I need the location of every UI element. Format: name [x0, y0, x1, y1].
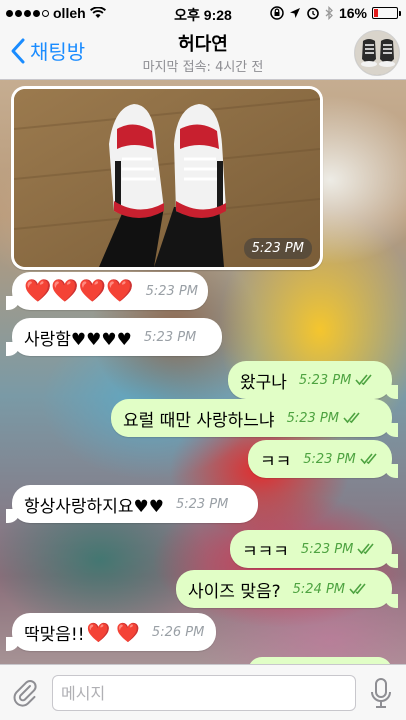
outgoing-message[interactable]: ㅋㅋㅋ 5:23 PM	[230, 530, 398, 568]
message-time: 5:23 PM	[303, 451, 356, 467]
message-time: 5:23 PM	[300, 541, 354, 557]
message-hearts: ❤️ ❤️	[86, 621, 140, 644]
input-bar	[0, 664, 406, 720]
double-check-icon	[343, 412, 360, 424]
location-arrow-icon	[289, 8, 300, 18]
outgoing-message[interactable]: ㅋㅋ 5:23 PM	[248, 440, 398, 478]
double-check-icon	[357, 543, 374, 555]
double-check-icon	[349, 583, 366, 595]
message-text: 딱맞음!!	[24, 624, 85, 645]
last-seen: 마지막 접속: 4시간 전	[142, 60, 264, 75]
message-text: ㅋㅋㅋ	[242, 541, 289, 562]
message-text: 항상사랑하지요♥♥	[24, 496, 164, 517]
message-time: 5:23 PM	[175, 496, 229, 512]
message-time: 5:23 PM	[243, 238, 312, 259]
status-bar: olleh 오후 9:28 16%	[0, 0, 406, 26]
paperclip-icon[interactable]	[10, 677, 40, 707]
message-time: 5:26 PM	[151, 624, 205, 640]
nav-bar: 채팅방 허다연 마지막 접속: 4시간 전	[0, 26, 406, 80]
battery-icon	[372, 7, 401, 19]
double-check-icon	[360, 453, 377, 465]
message-input[interactable]	[52, 675, 356, 711]
incoming-message[interactable]: 사랑함♥♥♥♥ 5:23 PM	[6, 318, 222, 356]
message-time: 5:23 PM	[298, 372, 352, 388]
double-check-icon	[355, 374, 372, 386]
message-text: ㅋㅋ	[260, 451, 292, 472]
outgoing-message[interactable]: 왔구나 5:23 PM	[228, 361, 398, 399]
bluetooth-icon	[325, 6, 333, 20]
message-time: 5:23 PM	[286, 410, 339, 426]
message-text: 사이즈 맞음?	[188, 581, 281, 602]
battery-percent: 16%	[338, 5, 367, 21]
photo-message[interactable]: 5:23 PM	[11, 86, 323, 270]
message-time: 5:23 PM	[143, 329, 197, 345]
message-time: 5:23 PM	[145, 283, 198, 299]
incoming-message[interactable]: 딱맞음!! ❤️ ❤️ 5:26 PM	[6, 613, 216, 651]
message-text: 요럴 때만 사랑하느냐	[123, 410, 275, 431]
status-right: 16%	[270, 5, 401, 21]
message-text: 사랑함♥♥♥♥	[24, 329, 132, 350]
avatar-sneakers-image	[355, 31, 399, 75]
outgoing-message-partial[interactable]	[248, 657, 392, 664]
alarm-icon	[307, 7, 319, 20]
message-time: 5:24 PM	[292, 581, 346, 597]
message-text: 왔구나	[240, 372, 287, 393]
outgoing-message[interactable]: 사이즈 맞음? 5:24 PM	[176, 570, 398, 608]
incoming-message[interactable]: 항상사랑하지요♥♥ 5:23 PM	[6, 485, 258, 523]
avatar[interactable]	[354, 30, 400, 76]
photo-sneakers-image: 5:23 PM	[14, 89, 320, 267]
chat-screen: olleh 오후 9:28 16% 채팅방 허다연 마지막 접속: 4시간 전 …	[0, 0, 406, 720]
chat-title: 허다연	[178, 34, 228, 55]
message-hearts: ❤️❤️❤️❤️	[24, 278, 134, 304]
message-list[interactable]: 5:23 PM ❤️❤️❤️❤️ 5:23 PM 사랑함♥♥♥♥ 5:23 PM…	[0, 81, 406, 664]
lock-rotation-icon	[270, 6, 284, 20]
outgoing-message[interactable]: 요럴 때만 사랑하느냐 5:23 PM	[111, 399, 398, 437]
incoming-message[interactable]: ❤️❤️❤️❤️ 5:23 PM	[6, 272, 208, 310]
microphone-icon[interactable]	[370, 677, 392, 709]
